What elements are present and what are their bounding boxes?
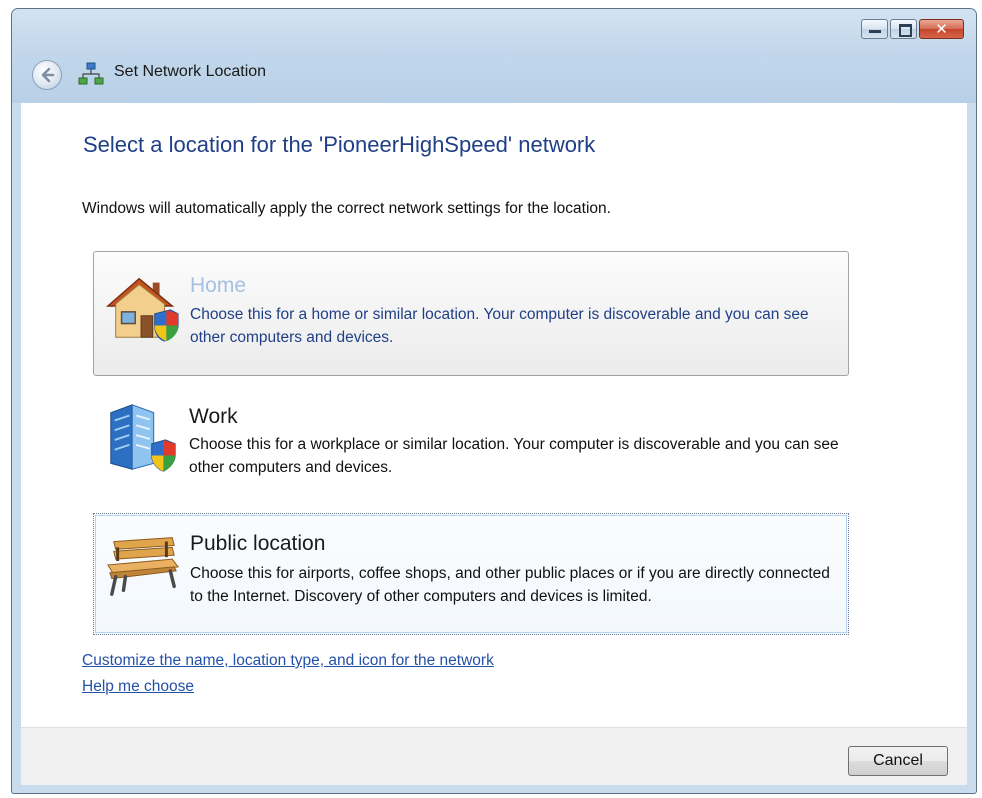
network-icon (78, 62, 104, 85)
home-option-title: Home (190, 274, 247, 297)
close-button[interactable]: ✕ (919, 19, 964, 39)
work-location-option[interactable]: Work Choose this for a workplace or simi… (93, 389, 849, 491)
back-arrow-icon (41, 67, 55, 83)
work-building-icon (110, 404, 176, 472)
content-area: Select a location for the 'PioneerHighSp… (21, 103, 967, 727)
park-bench-icon (107, 537, 179, 596)
home-icon (105, 277, 179, 342)
home-option-description: Choose this for a home or similar locati… (190, 306, 809, 346)
page-heading: Select a location for the 'PioneerHighSp… (83, 132, 596, 157)
work-option-title: Work (189, 405, 238, 428)
public-option-description: Choose this for airports, coffee shops, … (190, 565, 830, 605)
back-button[interactable] (32, 60, 62, 90)
home-location-option[interactable]: Home Choose this for a home or similar l… (93, 251, 849, 376)
window-title: Set Network Location (114, 63, 267, 80)
help-me-choose-link[interactable]: Help me choose (82, 678, 194, 696)
public-option-title: Public location (190, 532, 326, 555)
public-location-option[interactable]: Public location Choose this for airports… (93, 513, 849, 635)
maximize-icon (899, 24, 912, 37)
work-option-description: Choose this for a workplace or similar l… (189, 436, 839, 476)
dialog-footer: Cancel (21, 727, 967, 785)
set-network-location-window: ✕ Set Network Location Select a location… (11, 8, 977, 794)
minimize-icon (869, 30, 881, 33)
minimize-button[interactable] (861, 19, 888, 39)
maximize-button[interactable] (890, 19, 917, 39)
caption-buttons: ✕ (859, 19, 964, 39)
title-bar[interactable]: ✕ Set Network Location (12, 9, 976, 103)
close-icon: ✕ (935, 20, 948, 38)
cancel-button[interactable]: Cancel (848, 746, 948, 776)
page-description: Windows will automatically apply the cor… (82, 200, 611, 217)
customize-network-link[interactable]: Customize the name, location type, and i… (82, 652, 494, 670)
